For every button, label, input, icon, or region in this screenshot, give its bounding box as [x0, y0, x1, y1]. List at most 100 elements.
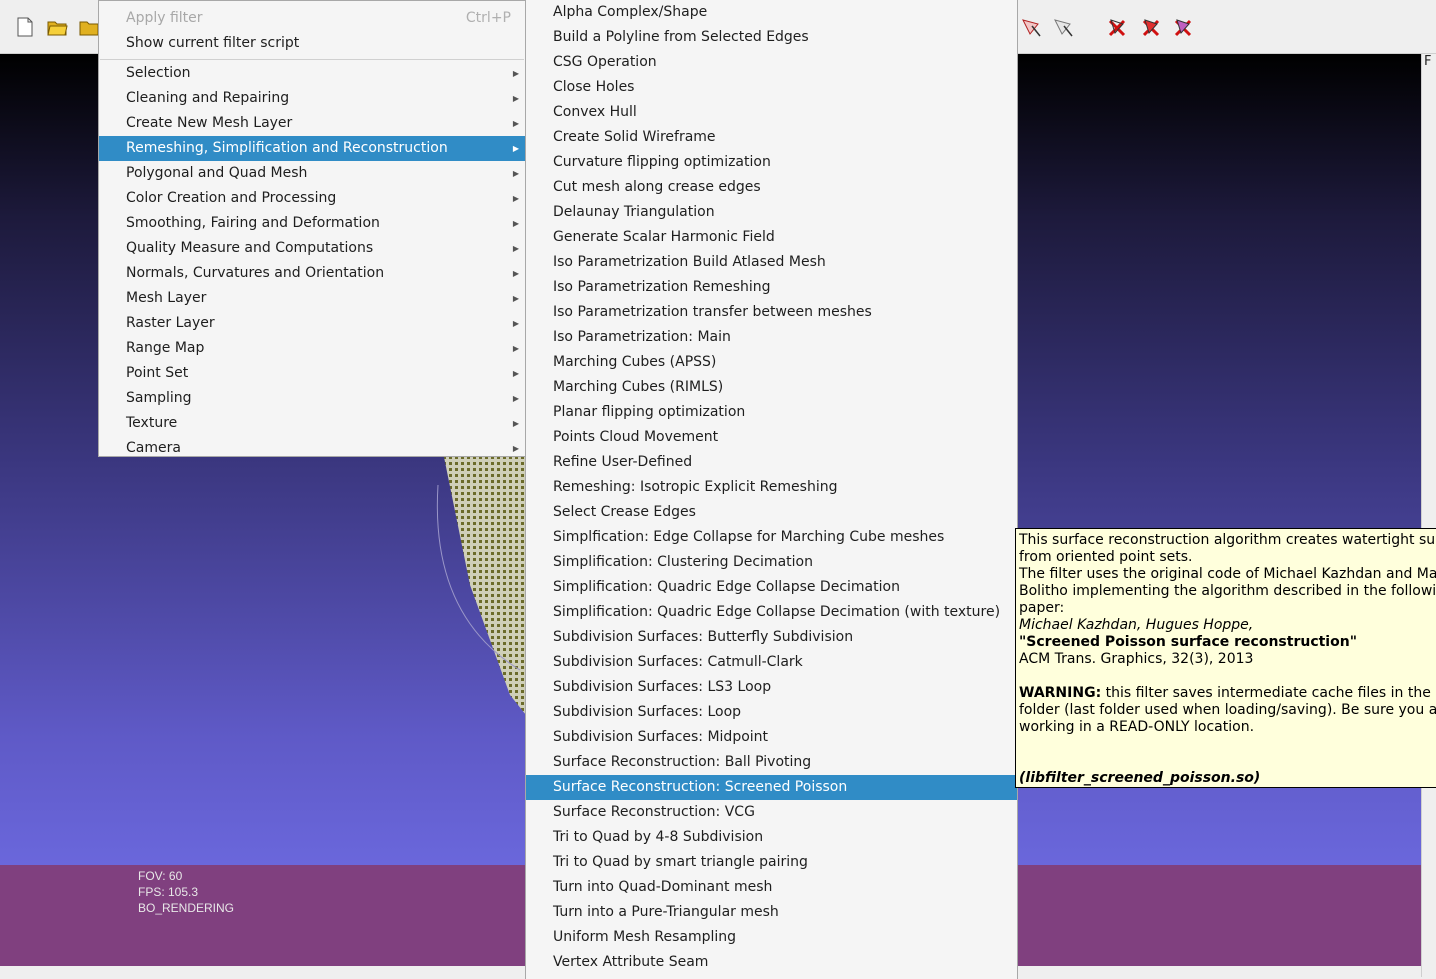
panel-corner-label: F: [1424, 54, 1432, 69]
filter-category-raster-layer[interactable]: Raster Layer ▶: [99, 311, 525, 336]
filter-item-iso-parametrization-build-atlased-mesh[interactable]: Iso Parametrization Build Atlased Mesh: [526, 250, 1017, 275]
fov-label: FOV: 60: [138, 869, 183, 883]
filter-item-surface-reconstruction-ball-pivoting[interactable]: Surface Reconstruction: Ball Pivoting: [526, 750, 1017, 775]
filter-item-uniform-mesh-resampling[interactable]: Uniform Mesh Resampling: [526, 925, 1017, 950]
filter-item-vertex-attribute-seam[interactable]: Vertex Attribute Seam: [526, 950, 1017, 975]
filter-category-label: Texture: [126, 415, 178, 431]
filter-category-quality-measure-and-computations[interactable]: Quality Measure and Computations ▶: [99, 236, 525, 261]
filter-item-curvature-flipping-optimization[interactable]: Curvature flipping optimization: [526, 150, 1017, 175]
filter-item-simplfication-edge-collapse-for-marching-cube-meshes[interactable]: Simplfication: Edge Collapse for Marchin…: [526, 525, 1017, 550]
filter-item-subdivision-surfaces-ls3-loop[interactable]: Subdivision Surfaces: LS3 Loop: [526, 675, 1017, 700]
filter-category-smoothing-fairing-and-deformation[interactable]: Smoothing, Fairing and Deformation ▶: [99, 211, 525, 236]
delete-selected-vertices-icon[interactable]: [1140, 16, 1162, 38]
filter-category-label: Create New Mesh Layer: [126, 115, 293, 131]
filter-item-points-cloud-movement[interactable]: Points Cloud Movement: [526, 425, 1017, 450]
filter-item-iso-parametrization-remeshing[interactable]: Iso Parametrization Remeshing: [526, 275, 1017, 300]
filter-item-label: Iso Parametrization Build Atlased Mesh: [553, 254, 826, 270]
filter-item-marching-cubes-apss[interactable]: Marching Cubes (APSS): [526, 350, 1017, 375]
tooltip-warning-text: this filter saves intermediate cache fil…: [1101, 685, 1436, 701]
filter-item-simplification-clustering-decimation[interactable]: Simplification: Clustering Decimation: [526, 550, 1017, 575]
apply-filter-item[interactable]: Apply filter Ctrl+P: [99, 6, 525, 31]
submenu-arrow-icon: ▶: [512, 319, 519, 328]
filter-category-range-map[interactable]: Range Map ▶: [99, 336, 525, 361]
filter-item-label: Simplfication: Edge Collapse for Marchin…: [553, 529, 945, 545]
show-filter-script-item[interactable]: Show current filter script: [99, 31, 525, 56]
tooltip-line: The filter uses the original code of Mic…: [1019, 566, 1436, 582]
filter-category-texture[interactable]: Texture ▶: [99, 411, 525, 436]
filter-item-label: Surface Reconstruction: Screened Poisson: [553, 779, 848, 795]
filter-item-refine-user-defined[interactable]: Refine User-Defined: [526, 450, 1017, 475]
menu-separator: [100, 59, 524, 60]
filter-category-polygonal-and-quad-mesh[interactable]: Polygonal and Quad Mesh ▶: [99, 161, 525, 186]
filter-item-tri-to-quad-by-smart-triangle-pairing[interactable]: Tri to Quad by smart triangle pairing: [526, 850, 1017, 875]
tooltip-line: This surface reconstruction algorithm cr…: [1019, 532, 1436, 548]
filter-item-surface-reconstruction-vcg[interactable]: Surface Reconstruction: VCG: [526, 800, 1017, 825]
filter-item-tri-to-quad-by-4-8-subdivision[interactable]: Tri to Quad by 4-8 Subdivision: [526, 825, 1017, 850]
tooltip-line: paper:: [1019, 600, 1065, 616]
filter-item-simplification-quadric-edge-collapse-decimation-with-texture[interactable]: Simplification: Quadric Edge Collapse De…: [526, 600, 1017, 625]
filter-item-simplification-quadric-edge-collapse-decimation[interactable]: Simplification: Quadric Edge Collapse De…: [526, 575, 1017, 600]
filter-item-label: Tri to Quad by 4-8 Subdivision: [553, 829, 764, 845]
filter-item-marching-cubes-rimls[interactable]: Marching Cubes (RIMLS): [526, 375, 1017, 400]
filter-item-subdivision-surfaces-midpoint[interactable]: Subdivision Surfaces: Midpoint: [526, 725, 1017, 750]
filter-category-point-set[interactable]: Point Set ▶: [99, 361, 525, 386]
filter-category-remeshing-simplification-and-reconstruction[interactable]: Remeshing, Simplification and Reconstruc…: [99, 136, 525, 161]
filter-category-selection[interactable]: Selection ▶: [99, 61, 525, 86]
filter-category-normals-curvatures-and-orientation[interactable]: Normals, Curvatures and Orientation ▶: [99, 261, 525, 286]
filter-item-close-holes[interactable]: Close Holes: [526, 75, 1017, 100]
filter-item-delaunay-triangulation[interactable]: Delaunay Triangulation: [526, 200, 1017, 225]
filter-item-generate-scalar-harmonic-field[interactable]: Generate Scalar Harmonic Field: [526, 225, 1017, 250]
select-faces-icon[interactable]: [1020, 16, 1042, 38]
filter-category-camera[interactable]: Camera ▶: [99, 436, 525, 461]
filter-item-label: Refine User-Defined: [553, 454, 693, 470]
new-document-icon[interactable]: [14, 16, 36, 38]
filter-item-iso-parametrization-main[interactable]: Iso Parametrization: Main: [526, 325, 1017, 350]
filter-category-label: Quality Measure and Computations: [126, 240, 374, 256]
filter-category-mesh-layer[interactable]: Mesh Layer ▶: [99, 286, 525, 311]
filter-category-color-creation-and-processing[interactable]: Color Creation and Processing ▶: [99, 186, 525, 211]
filter-item-subdivision-surfaces-butterfly-subdivision[interactable]: Subdivision Surfaces: Butterfly Subdivis…: [526, 625, 1017, 650]
filter-item-cut-mesh-along-crease-edges[interactable]: Cut mesh along crease edges: [526, 175, 1017, 200]
submenu-arrow-icon: ▶: [512, 94, 519, 103]
filter-item-label: Curvature flipping optimization: [553, 154, 771, 170]
submenu-arrow-icon: ▶: [512, 294, 519, 303]
fps-label: FPS: 105.3: [138, 885, 199, 899]
filter-item-planar-flipping-optimization[interactable]: Planar flipping optimization: [526, 400, 1017, 425]
filter-item-build-a-polyline-from-selected-edges[interactable]: Build a Polyline from Selected Edges: [526, 25, 1017, 50]
select-vertices-icon[interactable]: [1052, 16, 1074, 38]
filter-item-remeshing-isotropic-explicit-remeshing[interactable]: Remeshing: Isotropic Explicit Remeshing: [526, 475, 1017, 500]
filter-category-create-new-mesh-layer[interactable]: Create New Mesh Layer ▶: [99, 111, 525, 136]
filter-category-cleaning-and-repairing[interactable]: Cleaning and Repairing ▶: [99, 86, 525, 111]
open-project-icon[interactable]: [78, 16, 100, 38]
filter-item-label: Alpha Complex/Shape: [553, 4, 708, 20]
filter-item-turn-into-a-pure-triangular-mesh[interactable]: Turn into a Pure-Triangular mesh: [526, 900, 1017, 925]
submenu-arrow-icon: ▶: [512, 119, 519, 128]
filter-item-label: Subdivision Surfaces: Loop: [553, 704, 742, 720]
filter-item-turn-into-quad-dominant-mesh[interactable]: Turn into Quad-Dominant mesh: [526, 875, 1017, 900]
tooltip-spacer: [1019, 668, 1436, 685]
filter-category-label: Color Creation and Processing: [126, 190, 337, 206]
filter-item-convex-hull[interactable]: Convex Hull: [526, 100, 1017, 125]
filter-item-surface-reconstruction-screened-poisson[interactable]: Surface Reconstruction: Screened Poisson: [526, 775, 1017, 800]
filter-category-sampling[interactable]: Sampling ▶: [99, 386, 525, 411]
delete-selected-faces-icon[interactable]: [1106, 16, 1128, 38]
submenu-arrow-icon: ▶: [512, 219, 519, 228]
filter-item-subdivision-surfaces-loop[interactable]: Subdivision Surfaces: Loop: [526, 700, 1017, 725]
filter-item-iso-parametrization-transfer-between-meshes[interactable]: Iso Parametrization transfer between mes…: [526, 300, 1017, 325]
filter-category-label: Selection: [126, 65, 191, 81]
filter-item-subdivision-surfaces-catmull-clark[interactable]: Subdivision Surfaces: Catmull-Clark: [526, 650, 1017, 675]
submenu-arrow-icon: ▶: [512, 69, 519, 78]
submenu-arrow-icon: ▶: [512, 419, 519, 428]
delete-selected-icon[interactable]: [1172, 16, 1194, 38]
filter-item-label: Points Cloud Movement: [553, 429, 719, 445]
filter-item-create-solid-wireframe[interactable]: Create Solid Wireframe: [526, 125, 1017, 150]
filter-item-label: Vertex Attribute Seam: [553, 954, 709, 970]
filter-item-label: Surface Reconstruction: Ball Pivoting: [553, 754, 812, 770]
filter-category-label: Normals, Curvatures and Orientation: [126, 265, 385, 281]
submenu-arrow-icon: ▶: [512, 369, 519, 378]
filter-item-select-crease-edges[interactable]: Select Crease Edges: [526, 500, 1017, 525]
filter-item-csg-operation[interactable]: CSG Operation: [526, 50, 1017, 75]
open-folder-icon[interactable]: [46, 16, 68, 38]
render-stats: FOV: 60 FPS: 105.3 BO_RENDERING: [138, 868, 234, 916]
filter-item-alpha-complex-shape[interactable]: Alpha Complex/Shape: [526, 0, 1017, 25]
